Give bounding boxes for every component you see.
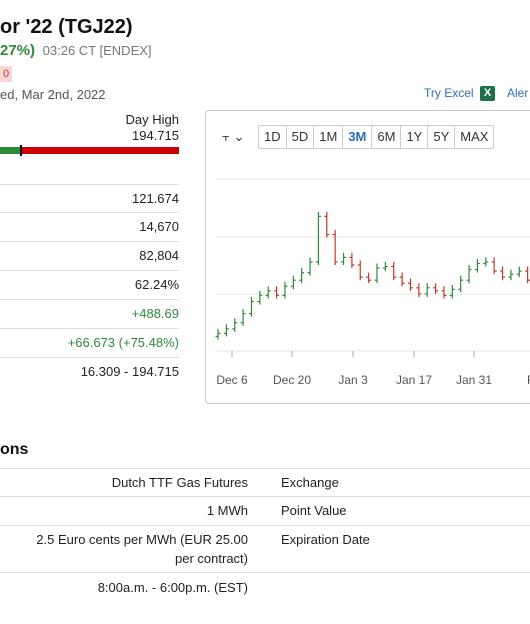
stat-row: 16.309 - 194.715 — [80, 364, 179, 379]
ohlc-bar — [265, 286, 271, 299]
ohlc-bar — [391, 261, 397, 281]
ohlc-bar — [416, 283, 422, 297]
ohlc-bar — [516, 266, 522, 278]
spec-value: 8:00a.m. - 6:00p.m. (EST) — [97, 580, 248, 595]
ohlc-bar — [274, 286, 280, 299]
alerts-link[interactable]: Aler — [507, 86, 528, 100]
x-tick-label: Dec 20 — [273, 373, 311, 387]
day-high-label: Day High — [125, 112, 179, 127]
ohlc-bar — [424, 283, 430, 297]
ohlc-bar — [441, 286, 447, 299]
ohlc-bar — [366, 272, 372, 284]
ohlc-bar — [458, 275, 464, 293]
spec-value-cont: per contract) — [175, 551, 248, 566]
spec-label: Exchange — [281, 475, 339, 490]
ohlc-bar — [491, 257, 497, 275]
change-percent: 27%) — [0, 42, 36, 59]
ohlc-bar — [433, 283, 439, 294]
ohlc-bar — [248, 296, 254, 317]
quote-time: 03:26 CT [ENDEX] — [42, 43, 152, 58]
ohlc-bar — [374, 263, 380, 284]
stat-row: 62.24% — [0, 271, 179, 300]
ohlc-bar — [407, 278, 413, 291]
ohlc-bar — [315, 211, 321, 265]
ohlc-bar — [299, 268, 305, 284]
ohlc-bar — [449, 284, 455, 299]
ohlc-bar — [508, 269, 514, 281]
ohlc-bar — [257, 290, 263, 305]
price-chart[interactable]: Dec 6Dec 20Jan 3Jan 17Jan 31Fe — [206, 111, 530, 405]
ohlc-bar — [215, 328, 221, 340]
stat-row: 121.674 — [0, 184, 179, 213]
x-tick-label: Jan 31 — [456, 373, 492, 387]
stat-row: +66.673 (+75.48%) — [0, 329, 179, 358]
ohlc-bar — [223, 324, 229, 337]
spec-label: Point Value — [281, 503, 347, 518]
day-high-value: 194.715 — [132, 128, 179, 143]
ohlc-bar — [500, 266, 506, 281]
x-tick-label: Jan 17 — [396, 373, 432, 387]
day-range-fill — [0, 147, 22, 154]
ohlc-bar — [399, 272, 405, 287]
ohlc-bar — [349, 252, 355, 269]
ohlc-bar — [466, 265, 472, 284]
badge: 0 — [0, 66, 12, 82]
ohlc-bar — [474, 258, 480, 273]
spec-label: Expiration Date — [281, 532, 370, 547]
contract-title: or '22 (TGJ22) — [0, 16, 133, 38]
ohlc-bar — [232, 318, 238, 332]
ohlc-bar — [240, 309, 246, 326]
ohlc-bar — [290, 275, 296, 290]
ohlc-bar — [307, 257, 313, 276]
stat-row: 82,804 — [0, 242, 179, 271]
divider — [0, 496, 530, 497]
spec-value: Dutch TTF Gas Futures — [111, 475, 248, 490]
excel-icon[interactable]: X — [480, 86, 495, 101]
stats-list: 121.674 14,670 82,804 62.24% +488.69 +66… — [0, 184, 179, 387]
quote-line: 27%) 03:26 CT [ENDEX] — [0, 42, 152, 59]
day-range-marker — [20, 145, 23, 156]
ohlc-bar — [525, 266, 530, 284]
x-tick-label: Jan 3 — [338, 373, 368, 387]
spec-value: 2.5 Euro cents per MWh (EUR 25.00 — [36, 532, 248, 547]
divider — [0, 468, 530, 469]
ohlc-bar — [282, 281, 288, 299]
try-excel-link[interactable]: Try Excel — [424, 86, 474, 100]
price-chart-panel: ⫟ ⌄ 1D 5D 1M 3M 6M 1Y 5Y MAX Dec 6 Dec 20… — [205, 110, 530, 404]
stat-row: +488.69 — [0, 300, 179, 329]
ohlc-bar — [332, 230, 338, 265]
spec-value: 1 MWh — [206, 503, 248, 518]
specs-title: ons — [0, 441, 29, 458]
updated-date: ed, Mar 2nd, 2022 — [0, 87, 106, 102]
stat-row: 14,670 — [0, 213, 179, 242]
divider — [0, 572, 530, 573]
ohlc-bar — [483, 257, 489, 267]
x-tick-label: Dec 6 — [216, 373, 248, 387]
ohlc-bar — [382, 261, 388, 272]
divider — [0, 525, 530, 526]
ohlc-bar — [341, 252, 347, 265]
ohlc-bar — [324, 211, 330, 238]
ohlc-bar — [357, 260, 363, 281]
day-range-bar — [0, 145, 179, 156]
